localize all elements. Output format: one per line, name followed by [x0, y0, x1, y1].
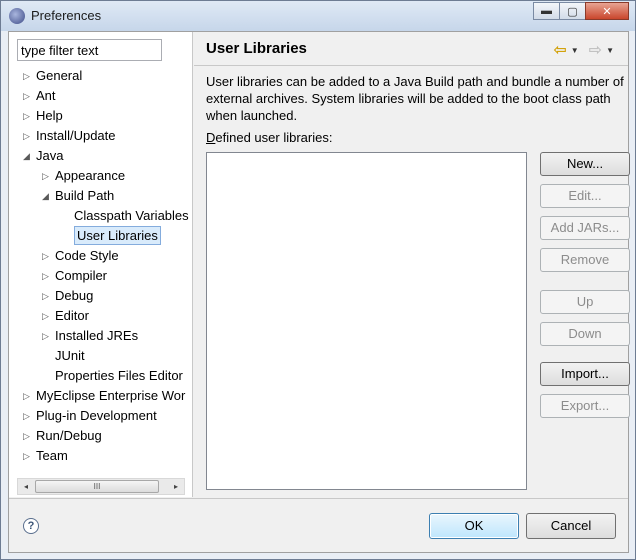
- forward-dropdown-icon[interactable]: ▼: [606, 46, 614, 55]
- tree-item[interactable]: ▷ Help: [21, 106, 63, 126]
- tree-toggle-icon[interactable]: ▷: [23, 406, 33, 426]
- tree-toggle-icon[interactable]: ◢: [42, 186, 52, 206]
- filter-input[interactable]: [17, 39, 162, 61]
- tree-item-label: Installed JREs: [55, 328, 139, 343]
- preference-page: User Libraries ⇦ ▼ ⇨ ▼ User libraries ca…: [194, 32, 630, 497]
- tree-item[interactable]: ▷ Run/Debug: [21, 426, 102, 446]
- tree-item[interactable]: ▷ Install/Update: [21, 126, 116, 146]
- page-title: User Libraries: [206, 40, 307, 57]
- tree-item-label: Code Style: [55, 248, 119, 263]
- scroll-left-icon[interactable]: ◂: [18, 479, 34, 494]
- tree-item[interactable]: ▷ Compiler: [40, 266, 107, 286]
- tree-item-label: User Libraries: [74, 226, 161, 245]
- tree-item[interactable]: JUnit: [40, 346, 85, 366]
- tree-item-label: Team: [36, 448, 68, 463]
- dialog-footer: ? OK Cancel: [9, 498, 628, 552]
- tree-item[interactable]: ▷ Code Style: [40, 246, 119, 266]
- tree-item[interactable]: ▷ Installed JREs: [40, 326, 138, 346]
- forward-arrow-icon[interactable]: ⇨: [589, 40, 602, 60]
- tree-item[interactable]: ▷ Team: [21, 446, 68, 466]
- tree-item-label: Install/Update: [36, 128, 116, 143]
- export-button[interactable]: Export...: [540, 394, 630, 418]
- preferences-window: Preferences ▬ ▢ ✕ ▷General▷Ant▷Help▷Inst…: [0, 0, 636, 560]
- tree-item[interactable]: User Libraries: [59, 226, 161, 246]
- tree-item[interactable]: ▷ MyEclipse Enterprise Wor: [21, 386, 185, 406]
- tree-toggle-icon[interactable]: [61, 226, 71, 246]
- tree-item[interactable]: ▷ Plug-in Development: [21, 406, 157, 426]
- tree-toggle-icon[interactable]: ▷: [23, 66, 33, 86]
- tree-toggle-icon[interactable]: ▷: [42, 166, 52, 186]
- tree-item[interactable]: ◢ Build Path: [40, 186, 114, 206]
- back-arrow-icon[interactable]: ⇦: [553, 40, 566, 60]
- page-header: User Libraries ⇦ ▼ ⇨ ▼: [194, 32, 628, 66]
- tree-item-label: Plug-in Development: [36, 408, 157, 423]
- tree-item-label: JUnit: [55, 348, 85, 363]
- down-button[interactable]: Down: [540, 322, 630, 346]
- tree-item-label: Classpath Variables: [74, 208, 189, 223]
- new-button[interactable]: New...: [540, 152, 630, 176]
- tree-toggle-icon[interactable]: ▷: [23, 106, 33, 126]
- tree-item[interactable]: ▷ Appearance: [40, 166, 125, 186]
- tree-item-label: Appearance: [55, 168, 126, 183]
- tree-toggle-icon[interactable]: ▷: [42, 306, 52, 326]
- close-button[interactable]: ✕: [585, 2, 629, 20]
- tree-toggle-icon[interactable]: ▷: [42, 266, 52, 286]
- tree-toggle-icon[interactable]: ▷: [23, 426, 33, 446]
- tree-item-label: Debug: [55, 288, 94, 303]
- defined-libraries-label: Defined user libraries:: [206, 130, 333, 145]
- tree-toggle-icon[interactable]: [42, 346, 52, 366]
- tree-toggle-icon[interactable]: ▷: [42, 246, 52, 266]
- tree-item-label: MyEclipse Enterprise Wor: [36, 388, 186, 403]
- tree-item-label: General: [36, 68, 83, 83]
- tree-item-label: Properties Files Editor: [55, 368, 183, 383]
- help-icon[interactable]: ?: [23, 518, 39, 534]
- title-bar[interactable]: Preferences ▬ ▢ ✕: [1, 1, 635, 31]
- preference-tree: ▷ General ▷ Ant ▷ Help ▷ Install/Update ◢ Java ▷ Ap…: [9, 66, 192, 476]
- tree-toggle-icon[interactable]: ▷: [23, 86, 33, 106]
- tree-item[interactable]: ◢ Java: [21, 146, 63, 166]
- edit-button[interactable]: Edit...: [540, 184, 630, 208]
- minimize-button[interactable]: ▬: [533, 2, 560, 20]
- tree-toggle-icon[interactable]: ▷: [23, 446, 33, 466]
- eclipse-icon: [9, 8, 25, 24]
- tree-toggle-icon[interactable]: [42, 366, 52, 386]
- tree-toggle-icon[interactable]: ▷: [42, 286, 52, 306]
- tree-item-label: Help: [36, 108, 63, 123]
- tree-item[interactable]: ▷ Ant: [21, 86, 56, 106]
- page-description: User libraries can be added to a Java Bu…: [206, 74, 624, 123]
- add-jars-button[interactable]: Add JARs...: [540, 216, 630, 240]
- history-nav: ⇦ ▼ ⇨ ▼: [553, 40, 620, 60]
- tree-item[interactable]: Properties Files Editor: [40, 366, 183, 386]
- maximize-button[interactable]: ▢: [559, 2, 586, 20]
- ok-button[interactable]: OK: [429, 513, 519, 539]
- tree-toggle-icon[interactable]: [61, 206, 71, 226]
- tree-item-label: Java: [36, 148, 64, 163]
- up-button[interactable]: Up: [540, 290, 630, 314]
- tree-item-label: Editor: [55, 308, 89, 323]
- window-title: Preferences: [31, 8, 102, 23]
- tree-item-label: Ant: [36, 88, 56, 103]
- scroll-right-icon[interactable]: ▸: [168, 479, 184, 494]
- tree-item[interactable]: ▷ Debug: [40, 286, 93, 306]
- remove-button[interactable]: Remove: [540, 248, 630, 272]
- back-dropdown-icon[interactable]: ▼: [571, 46, 579, 55]
- tree-item[interactable]: Classpath Variables: [59, 206, 189, 226]
- user-libraries-list[interactable]: [206, 152, 527, 490]
- preference-tree-panel: ▷General▷Ant▷Help▷Install/Update◢Java▷Ap…: [9, 32, 193, 497]
- tree-item[interactable]: ▷ Editor: [40, 306, 89, 326]
- tree-item-label: Build Path: [55, 188, 115, 203]
- caption-buttons: ▬ ▢ ✕: [533, 2, 629, 20]
- dialog-client-area: ▷General▷Ant▷Help▷Install/Update◢Java▷Ap…: [8, 31, 630, 553]
- cancel-button[interactable]: Cancel: [526, 513, 616, 539]
- tree-toggle-icon[interactable]: ▷: [23, 386, 33, 406]
- tree-toggle-icon[interactable]: ▷: [23, 126, 33, 146]
- tree-toggle-icon[interactable]: ▷: [42, 326, 52, 346]
- scroll-thumb[interactable]: III: [35, 480, 159, 493]
- tree-toggle-icon[interactable]: ◢: [23, 146, 33, 166]
- tree-item-label: Compiler: [55, 268, 108, 283]
- horizontal-scrollbar[interactable]: ◂ III ▸: [17, 478, 185, 495]
- tree-item-label: Run/Debug: [36, 428, 102, 443]
- tree-item[interactable]: ▷ General: [21, 66, 82, 86]
- import-button[interactable]: Import...: [540, 362, 630, 386]
